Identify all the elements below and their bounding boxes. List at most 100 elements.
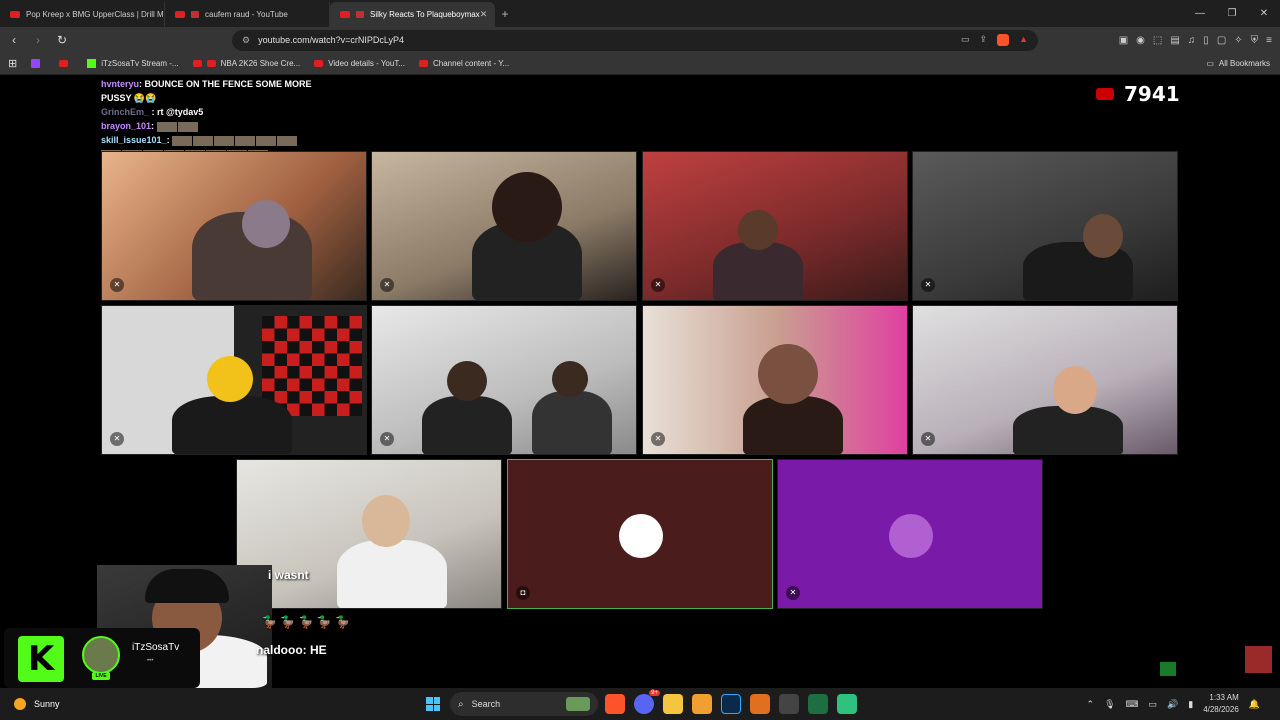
window-controls: — ❐ ✕ (1184, 0, 1280, 27)
apps-icon[interactable]: ⊞ (8, 57, 17, 70)
webcam-tile: ✕ (371, 305, 637, 455)
tab-silky-reacts[interactable]: Silky Reacts To Plaqueboymax ✕ (330, 2, 495, 27)
photoshop-icon[interactable] (721, 694, 741, 714)
volume-icon[interactable]: 🔊 (1167, 699, 1178, 710)
forward-icon[interactable]: › (28, 33, 48, 47)
new-tab-button[interactable]: + (495, 2, 515, 27)
extension-icon[interactable]: ◉ (1136, 35, 1145, 46)
overlay-emotes: 🦆 🦆 🦆 🦆 🦆 (262, 615, 351, 629)
brave-rewards-icon[interactable]: ▲ (1019, 34, 1028, 46)
display-icon[interactable]: ▭ (1149, 699, 1158, 710)
taskbar: Sunny ⌕ Search 9+ ⌃ 🎙 ⌨ ▭ 🔊 ▮ 1:33 AM 4/… (0, 688, 1280, 720)
tab-pop-kreep[interactable]: Pop Kreep x BMG UpperClass | Drill M (0, 2, 165, 27)
webcam-tile: ✕ (371, 151, 637, 301)
kick-icon (87, 59, 97, 68)
search-icon: ⌕ (458, 698, 464, 710)
bookmark-label: Channel content - Y... (432, 59, 510, 68)
participant-head (758, 344, 818, 404)
youtube-icon (418, 60, 428, 67)
channel-name: iTzSosaTv (132, 642, 180, 653)
participant (743, 396, 843, 454)
participant (337, 540, 447, 608)
wallet-icon[interactable]: ▢ (1217, 35, 1226, 46)
weather-widget[interactable]: Sunny (14, 698, 60, 710)
discord-icon[interactable]: 9+ (634, 690, 660, 714)
media-icon[interactable]: ♫ (1188, 35, 1196, 46)
viewer-count: 7941 (1096, 82, 1180, 106)
overlay-caption: i wasnt (268, 568, 309, 582)
brave-shields-icon[interactable] (997, 34, 1010, 46)
start-icon[interactable] (426, 697, 440, 711)
video-player[interactable]: 7941 hvnteryu: BOUNCE ON THE FENCE SOME … (0, 75, 1280, 688)
kick-logo: K (18, 636, 64, 682)
participant (1013, 406, 1123, 454)
notification-icon[interactable]: 🔔 (1249, 699, 1260, 710)
tab-caufem-raud[interactable]: caufem raud - YouTube (165, 2, 330, 27)
extension-icon[interactable]: ▤ (1170, 35, 1179, 46)
chevron-up-icon[interactable]: ⌃ (1087, 699, 1095, 710)
clock[interactable]: 1:33 AM 4/28/2026 (1203, 692, 1239, 716)
bookmark-video-details[interactable]: Video details - YouT... (314, 59, 405, 68)
all-bookmarks[interactable]: ▭ All Bookmarks (1206, 59, 1270, 68)
bookmark-channel-content[interactable]: Channel content - Y... (418, 59, 510, 68)
bookmark-nba[interactable]: NBA 2K26 Shoe Cre... (192, 59, 300, 68)
bookmark-label: iTzSosaTv Stream -... (101, 59, 179, 68)
chat-text: PUSSY 😭😭 (101, 93, 157, 103)
battery-icon[interactable]: ▮ (1188, 699, 1193, 710)
app-icon[interactable] (692, 694, 712, 714)
chat-message: brayon_101: (101, 119, 312, 133)
sidebar-icon[interactable]: ▯ (1203, 35, 1209, 46)
close-window-button[interactable]: ✕ (1248, 0, 1280, 27)
taskbar-search[interactable]: ⌕ Search (450, 692, 598, 716)
bookmark-twitch[interactable] (31, 59, 45, 68)
menu-icon[interactable]: ≡ (1266, 35, 1272, 46)
youtube-icon (206, 60, 216, 67)
chat-user: skill_issue101_ (101, 135, 167, 145)
reload-icon[interactable]: ↻ (52, 33, 72, 47)
youtube-icon (10, 11, 20, 18)
webcam-tile: ✕ (912, 305, 1178, 455)
date: 4/28/2026 (1203, 705, 1239, 714)
overlay-chat: naldooo: HE (256, 643, 327, 657)
app-icon[interactable] (779, 694, 799, 714)
search-placeholder: Search (471, 699, 501, 709)
cast-icon[interactable]: ▭ (961, 34, 970, 46)
bookmark-label: Video details - YouT... (328, 59, 405, 68)
site-info-icon[interactable]: ⚙ (242, 35, 250, 46)
excel-icon[interactable] (808, 694, 828, 714)
microphone-icon[interactable]: 🎙 (1104, 699, 1115, 710)
all-bookmarks-label: All Bookmarks (1218, 59, 1270, 68)
address-bar[interactable]: ⚙ youtube.com/watch?v=crNIPDcLyP4 ▭ ⇪ ▲ (232, 29, 1038, 51)
minimize-button[interactable]: — (1184, 0, 1216, 27)
taskbar-apps: 9+ (605, 690, 857, 714)
extension-icon[interactable]: ▣ (1119, 35, 1128, 46)
youtube-icon (59, 60, 69, 67)
app-icon[interactable] (750, 694, 770, 714)
bookmark-youtube[interactable] (59, 60, 73, 67)
leo-icon[interactable]: ✧ (1234, 35, 1242, 46)
url-text[interactable]: youtube.com/watch?v=crNIPDcLyP4 (258, 35, 404, 45)
file-explorer-icon[interactable] (663, 694, 683, 714)
participant (172, 396, 292, 454)
chat-user: hvnteryu (101, 79, 140, 89)
extension-icon[interactable]: ⬚ (1153, 35, 1162, 46)
studio-icon (191, 11, 199, 18)
emote (172, 135, 193, 146)
folder-icon: ▭ (1206, 59, 1214, 68)
close-tab-icon[interactable]: ✕ (480, 9, 488, 20)
share-icon[interactable]: ⇪ (980, 34, 988, 46)
vpn-icon[interactable]: ⛨ (1251, 35, 1259, 46)
back-icon[interactable]: ‹ (4, 33, 24, 47)
keyboard-icon[interactable]: ⌨ (1126, 699, 1139, 710)
bookmark-itzsosatv[interactable]: iTzSosaTv Stream -... (87, 59, 179, 68)
kick-channel-card: K LIVE iTzSosaTv ••• (4, 628, 200, 688)
app-icon[interactable] (837, 694, 857, 714)
weather-label: Sunny (34, 699, 60, 709)
brave-icon[interactable] (605, 694, 625, 714)
participant-head (492, 172, 562, 242)
youtube-icon (192, 60, 202, 67)
participant-head (362, 495, 410, 547)
chat-text: BOUNCE ON THE FENCE SOME MORE (144, 79, 312, 89)
avatar (82, 636, 120, 674)
restore-button[interactable]: ❐ (1216, 0, 1248, 27)
